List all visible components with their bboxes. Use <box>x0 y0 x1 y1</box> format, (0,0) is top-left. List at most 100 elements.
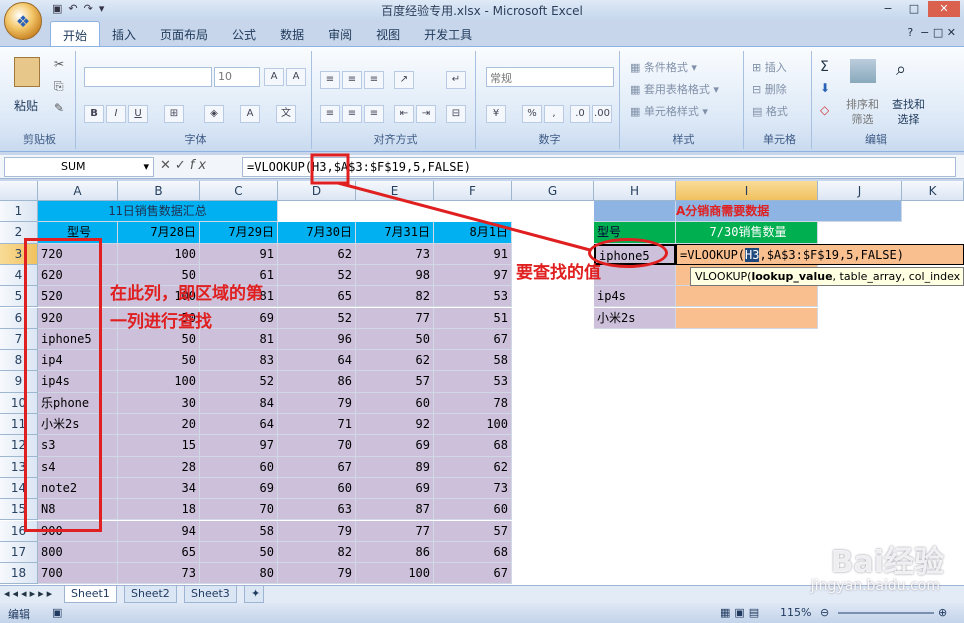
data-cell-D18[interactable]: 79 <box>278 563 356 585</box>
currency-icon[interactable]: ¥ <box>486 105 506 123</box>
conditional-format-button[interactable]: ▦ 条件格式 ▾ <box>630 59 697 75</box>
zoom-in-icon[interactable]: ⊕ <box>938 606 947 619</box>
macro-icon[interactable]: ▣ <box>52 606 62 619</box>
data-cell-F18[interactable]: 67 <box>434 563 512 585</box>
tab-3[interactable]: 公式 <box>220 21 268 47</box>
cancel-icon[interactable]: ✕ <box>160 158 175 173</box>
tab-1[interactable]: 插入 <box>100 21 148 47</box>
column-header-K[interactable]: K <box>902 181 964 201</box>
font-name-combo[interactable] <box>84 67 212 87</box>
paste-button[interactable]: 粘贴 <box>14 97 38 114</box>
data-cell-E13[interactable]: 89 <box>356 456 434 478</box>
data-cell-B17[interactable]: 65 <box>118 541 200 564</box>
paste-icon[interactable] <box>14 57 40 87</box>
decrease-decimal-icon[interactable]: .00 <box>592 105 612 123</box>
data-cell-F12[interactable]: 68 <box>434 435 512 457</box>
data-cell-D13[interactable]: 67 <box>278 456 356 478</box>
data-cell-F11[interactable]: 100 <box>434 414 512 436</box>
data-cell-E4[interactable]: 98 <box>356 264 434 287</box>
format-as-table-button[interactable]: ▦ 套用表格格式 ▾ <box>630 81 719 97</box>
column-header-F[interactable]: F <box>434 181 512 201</box>
merge-center-icon[interactable]: ⊟ <box>446 105 466 123</box>
data-cell-D4[interactable]: 52 <box>278 264 356 287</box>
data-cell-D16[interactable]: 79 <box>278 520 356 542</box>
data-cell-F8[interactable]: 58 <box>434 350 512 372</box>
sheet-nav-icon[interactable]: ◂◂◂▸▸▸ <box>4 587 55 600</box>
cell-styles-button[interactable]: ▦ 单元格样式 ▾ <box>630 103 708 119</box>
data-cell-C9[interactable]: 52 <box>200 371 278 393</box>
data-cell-D8[interactable]: 64 <box>278 350 356 372</box>
wrap-text-icon[interactable]: ↵ <box>446 71 466 89</box>
data-cell-F15[interactable]: 60 <box>434 499 512 521</box>
column-header-C[interactable]: C <box>200 181 278 201</box>
formula-input[interactable]: =VLOOKUP(H3,$A$3:$F$19,5,FALSE) <box>242 157 956 177</box>
italic-button[interactable]: I <box>106 105 126 123</box>
data-cell-E10[interactable]: 60 <box>356 392 434 414</box>
increase-decimal-icon[interactable]: .0 <box>570 105 590 123</box>
data-cell-D5[interactable]: 65 <box>278 286 356 308</box>
data-cell-B14[interactable]: 34 <box>118 477 200 500</box>
right-model-H4[interactable] <box>594 264 676 287</box>
office-button[interactable]: ❖ <box>4 2 42 40</box>
data-cell-C15[interactable]: 70 <box>200 499 278 521</box>
data-cell-F14[interactable]: 73 <box>434 477 512 500</box>
zoom-out-icon[interactable]: ⊖ <box>820 606 829 619</box>
data-cell-C10[interactable]: 84 <box>200 392 278 414</box>
data-cell-B15[interactable]: 18 <box>118 499 200 521</box>
right-qty-I5[interactable] <box>676 286 818 308</box>
data-cell-C13[interactable]: 60 <box>200 456 278 478</box>
data-cell-F13[interactable]: 62 <box>434 456 512 478</box>
column-header-G[interactable]: G <box>512 181 594 201</box>
data-cell-A18[interactable]: 700 <box>38 563 118 585</box>
format-painter-icon[interactable]: ✎ <box>54 101 64 115</box>
data-cell-A17[interactable]: 800 <box>38 541 118 564</box>
data-cell-E6[interactable]: 77 <box>356 307 434 329</box>
data-cell-B13[interactable]: 28 <box>118 456 200 478</box>
cut-icon[interactable]: ✂ <box>54 57 64 71</box>
grow-font-icon[interactable]: A <box>264 68 284 86</box>
zoom-level[interactable]: 115% <box>780 606 811 619</box>
right-header-qty[interactable]: 7/30销售数量 <box>676 222 818 244</box>
select-all-corner[interactable] <box>0 181 38 201</box>
right-table-title[interactable]: A分销商需要数据 <box>676 201 902 223</box>
right-title-left[interactable] <box>594 201 676 223</box>
column-header-J[interactable]: J <box>818 181 902 201</box>
sort-filter-icon[interactable] <box>850 59 876 83</box>
data-cell-D3[interactable]: 62 <box>278 243 356 265</box>
column-header-I[interactable]: I <box>676 181 818 201</box>
column-header-B[interactable]: B <box>118 181 200 201</box>
copy-icon[interactable]: ⎘ <box>54 79 64 94</box>
data-cell-F3[interactable]: 91 <box>434 243 512 265</box>
clear-icon[interactable]: ◇ <box>820 103 829 117</box>
table-header-2[interactable]: 7月29日 <box>200 222 278 244</box>
data-cell-E9[interactable]: 57 <box>356 371 434 393</box>
sheet-tab-3[interactable]: Sheet3 <box>184 586 237 603</box>
data-cell-E14[interactable]: 69 <box>356 477 434 500</box>
data-cell-E11[interactable]: 92 <box>356 414 434 436</box>
minimize-button[interactable]: − <box>876 1 900 17</box>
bold-button[interactable]: B <box>84 105 104 123</box>
data-cell-C18[interactable]: 80 <box>200 563 278 585</box>
name-box[interactable]: SUM ▾ <box>4 157 154 177</box>
align-center-icon[interactable]: ≡ <box>342 105 362 123</box>
data-cell-B16[interactable]: 94 <box>118 520 200 542</box>
data-cell-B10[interactable]: 30 <box>118 392 200 414</box>
sheet-tab-2[interactable]: Sheet2 <box>124 586 177 603</box>
column-header-E[interactable]: E <box>356 181 434 201</box>
tab-0[interactable]: 开始 <box>50 21 101 47</box>
column-header-H[interactable]: H <box>594 181 676 201</box>
insert-function-icon[interactable]: fx <box>190 158 210 173</box>
row-header-17[interactable]: 17 <box>0 541 38 564</box>
align-bottom-icon[interactable]: ≡ <box>364 71 384 89</box>
find-binoculars-icon[interactable]: ⌕ <box>896 59 906 80</box>
increase-indent-icon[interactable]: ⇥ <box>416 105 436 123</box>
fill-icon[interactable]: ⬇ <box>820 81 830 95</box>
data-cell-C11[interactable]: 64 <box>200 414 278 436</box>
data-cell-D15[interactable]: 63 <box>278 499 356 521</box>
data-cell-B9[interactable]: 100 <box>118 371 200 393</box>
insert-cells-button[interactable]: ⊞ 插入 <box>752 59 787 75</box>
data-cell-C3[interactable]: 91 <box>200 243 278 265</box>
editing-cell-I3[interactable]: =VLOOKUP(H3,$A$3:$F$19,5,FALSE) <box>676 243 964 265</box>
data-cell-E15[interactable]: 87 <box>356 499 434 521</box>
data-cell-E8[interactable]: 62 <box>356 350 434 372</box>
